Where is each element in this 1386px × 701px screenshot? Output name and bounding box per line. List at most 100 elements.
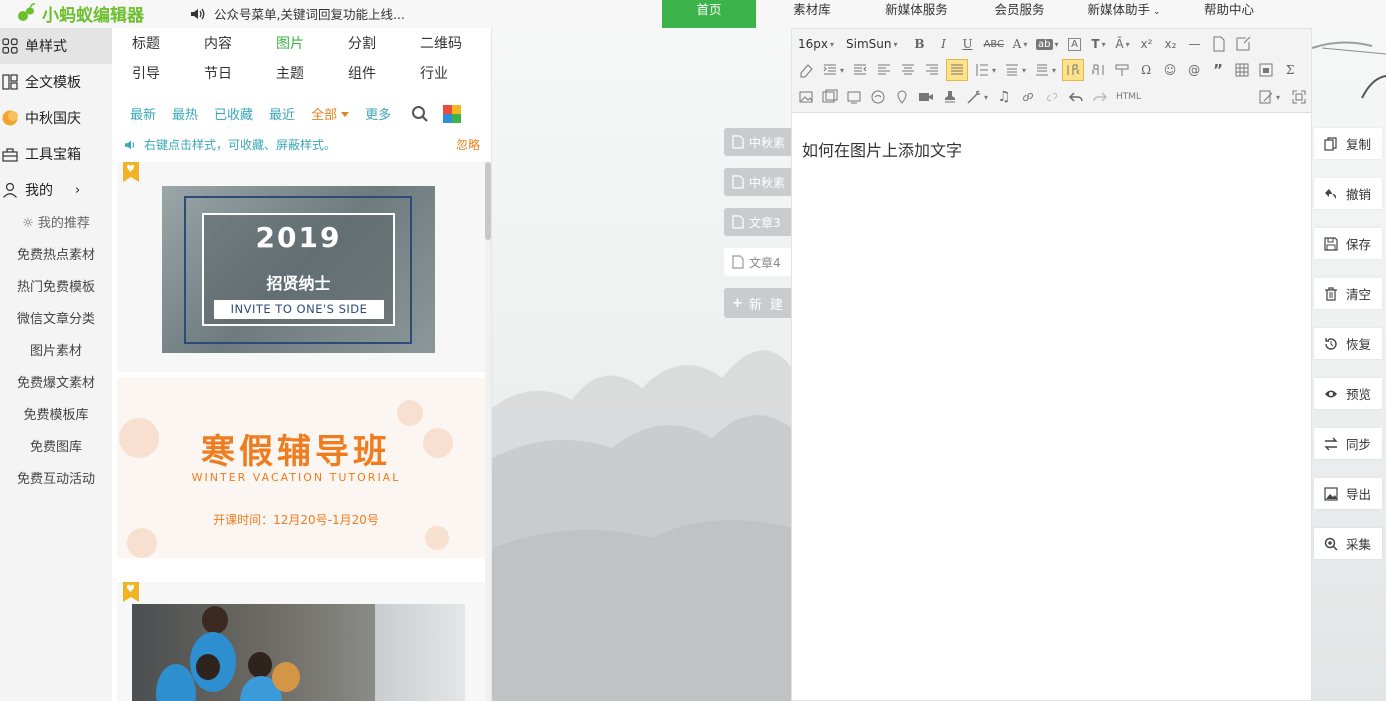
sidebar-sub-5[interactable]: 免费模板库 — [0, 400, 112, 432]
subscript-icon[interactable]: x₂ — [1161, 33, 1181, 55]
doc-tab-0[interactable]: 中秋素 — [724, 128, 792, 156]
template-insert-icon[interactable] — [1256, 59, 1276, 81]
unlink-icon[interactable] — [1042, 86, 1062, 108]
text-border-icon[interactable]: A — [1065, 33, 1085, 55]
collect-button[interactable]: 采集 — [1314, 528, 1382, 559]
edit-mode-icon[interactable]: ▾ — [1256, 86, 1282, 108]
quote-icon[interactable]: ” — [1208, 59, 1228, 81]
notice-bar[interactable]: 公众号菜单,关键词回复功能上线... — [190, 4, 405, 23]
align-center-icon[interactable] — [898, 59, 918, 81]
new-document-button[interactable]: + 新 建 — [724, 288, 792, 318]
image-icon[interactable] — [796, 86, 816, 108]
clear-button[interactable]: 清空 — [1314, 278, 1382, 309]
emoji-icon[interactable]: ☺ — [1160, 59, 1180, 81]
filter-hottest[interactable]: 最热 — [172, 104, 198, 123]
sidebar-sub-6[interactable]: 免费图库 — [0, 432, 112, 464]
nav-newmedia-assistant[interactable]: 新媒体助手 ⌄ — [1074, 0, 1174, 28]
sync-button[interactable]: 同步 — [1314, 428, 1382, 459]
underline-icon[interactable]: U — [958, 33, 978, 55]
scrollbar-thumb[interactable] — [485, 162, 491, 240]
preview-button[interactable]: 预览 — [1314, 378, 1382, 409]
restore-button[interactable]: 恢复 — [1314, 328, 1382, 359]
filter-more[interactable]: 更多 — [365, 104, 391, 123]
align-justify-icon[interactable] — [946, 59, 969, 81]
special-char-icon[interactable]: Ω — [1136, 59, 1156, 81]
align-left-icon[interactable] — [874, 59, 894, 81]
filter-recent[interactable]: 最近 — [269, 104, 295, 123]
app-logo[interactable]: 小蚂蚁编辑器 — [16, 1, 144, 26]
eraser-icon[interactable] — [796, 59, 816, 81]
category-component[interactable]: 组件 — [348, 63, 420, 85]
sidebar-item-mine[interactable]: 我的 › — [0, 172, 112, 208]
sidebar-sub-3[interactable]: 图片素材 — [0, 336, 112, 368]
category-qrcode[interactable]: 二维码 — [420, 33, 492, 55]
horizontal-rule-icon[interactable]: — — [1185, 33, 1205, 55]
ltr-direction-icon[interactable] — [1062, 59, 1085, 81]
sidebar-sub-2[interactable]: 微信文章分类 — [0, 304, 112, 336]
superscript-icon[interactable]: x² — [1137, 33, 1157, 55]
font-color-icon[interactable]: A ▾ — [1010, 33, 1030, 55]
category-theme[interactable]: 主题 — [276, 63, 348, 85]
paragraph-spacing-top-icon[interactable]: ▾ — [1002, 59, 1028, 81]
video-icon[interactable] — [916, 86, 936, 108]
category-content[interactable]: 内容 — [204, 33, 276, 55]
nav-material[interactable]: 素材库 — [756, 0, 868, 28]
map-pin-icon[interactable] — [892, 86, 912, 108]
doc-tab-2[interactable]: 文章3 — [724, 208, 792, 236]
stamp-icon[interactable] — [940, 86, 960, 108]
category-guide[interactable]: 引导 — [132, 63, 204, 85]
category-industry[interactable]: 行业 — [420, 63, 492, 85]
style-card[interactable]: ♥ 2019 招贤纳士 INVITE TO ONE'S SIDE — [117, 162, 485, 372]
table-icon[interactable] — [1232, 59, 1252, 81]
category-title[interactable]: 标题 — [132, 33, 204, 55]
filter-latest[interactable]: 最新 — [130, 104, 156, 123]
search-icon[interactable] — [411, 105, 429, 123]
text-transform-icon[interactable]: T ▾ — [1089, 33, 1109, 55]
sidebar-item-toolbox[interactable]: 工具宝箱 — [0, 136, 112, 172]
formula-icon[interactable]: Σ — [1280, 59, 1300, 81]
italic-icon[interactable]: I — [934, 33, 954, 55]
copy-button[interactable]: 复制 — [1314, 128, 1382, 159]
bold-icon[interactable]: B — [910, 33, 930, 55]
sidebar-sub-7[interactable]: 免费互动活动 — [0, 464, 112, 496]
font-family-select[interactable]: SimSun ▾ — [844, 33, 899, 55]
save-button[interactable]: 保存 — [1314, 228, 1382, 259]
filter-favorited[interactable]: 已收藏 — [214, 104, 253, 123]
nav-newmedia-service[interactable]: 新媒体服务 — [868, 0, 965, 28]
rtl-direction-icon[interactable] — [1088, 59, 1108, 81]
category-festival[interactable]: 节日 — [204, 63, 276, 85]
style-card[interactable]: 寒假辅导班 WINTER VACATION TUTORIAL 开课时间：12月2… — [117, 378, 485, 558]
sidebar-item-single-style[interactable]: 单样式 — [0, 28, 112, 64]
fullscreen-icon[interactable] — [1289, 86, 1309, 108]
style-card[interactable]: ♥ — [117, 582, 485, 701]
align-right-icon[interactable] — [922, 59, 942, 81]
magic-wand-icon[interactable]: ▾ — [964, 86, 990, 108]
sidebar-sub-0[interactable]: 免费热点素材 — [0, 240, 112, 272]
doc-tab-3[interactable]: 文章4 — [724, 248, 792, 276]
font-size-select[interactable]: 16px ▾ — [796, 33, 836, 55]
doc-tab-1[interactable]: 中秋素 — [724, 168, 792, 196]
redo-icon[interactable] — [1090, 86, 1110, 108]
scrawl-icon[interactable] — [868, 86, 888, 108]
undo-button[interactable]: 撤销 — [1314, 178, 1382, 209]
sidebar-item-full-template[interactable]: 全文模板 — [0, 64, 112, 100]
filter-all-dropdown[interactable]: 全部 — [311, 104, 349, 123]
fullscreen-edit-icon[interactable] — [1233, 33, 1253, 55]
format-painter-icon[interactable] — [1112, 59, 1132, 81]
indent-icon[interactable]: ▾ — [820, 59, 846, 81]
editor-content[interactable]: 如何在图片上添加文字 — [802, 137, 962, 161]
music-icon[interactable]: ♫ — [994, 86, 1014, 108]
strikethrough-icon[interactable]: ABC — [982, 33, 1007, 55]
page-icon[interactable] — [1209, 33, 1229, 55]
nav-home[interactable]: 首页 — [662, 0, 756, 28]
favorite-ribbon-icon[interactable]: ♥ — [123, 162, 139, 182]
sidebar-sub-1[interactable]: 热门免费模板 — [0, 272, 112, 304]
sidebar-item-mid-autumn[interactable]: 中秋国庆 — [0, 100, 112, 136]
category-image[interactable]: 图片 — [276, 33, 348, 55]
undo-icon[interactable] — [1066, 86, 1086, 108]
color-palette-icon[interactable] — [443, 104, 462, 123]
category-divider[interactable]: 分割 — [348, 33, 420, 55]
background-color-icon[interactable]: ab ▾ — [1034, 33, 1061, 55]
sidebar-sub-4[interactable]: 免费爆文素材 — [0, 368, 112, 400]
multi-image-icon[interactable] — [820, 86, 840, 108]
